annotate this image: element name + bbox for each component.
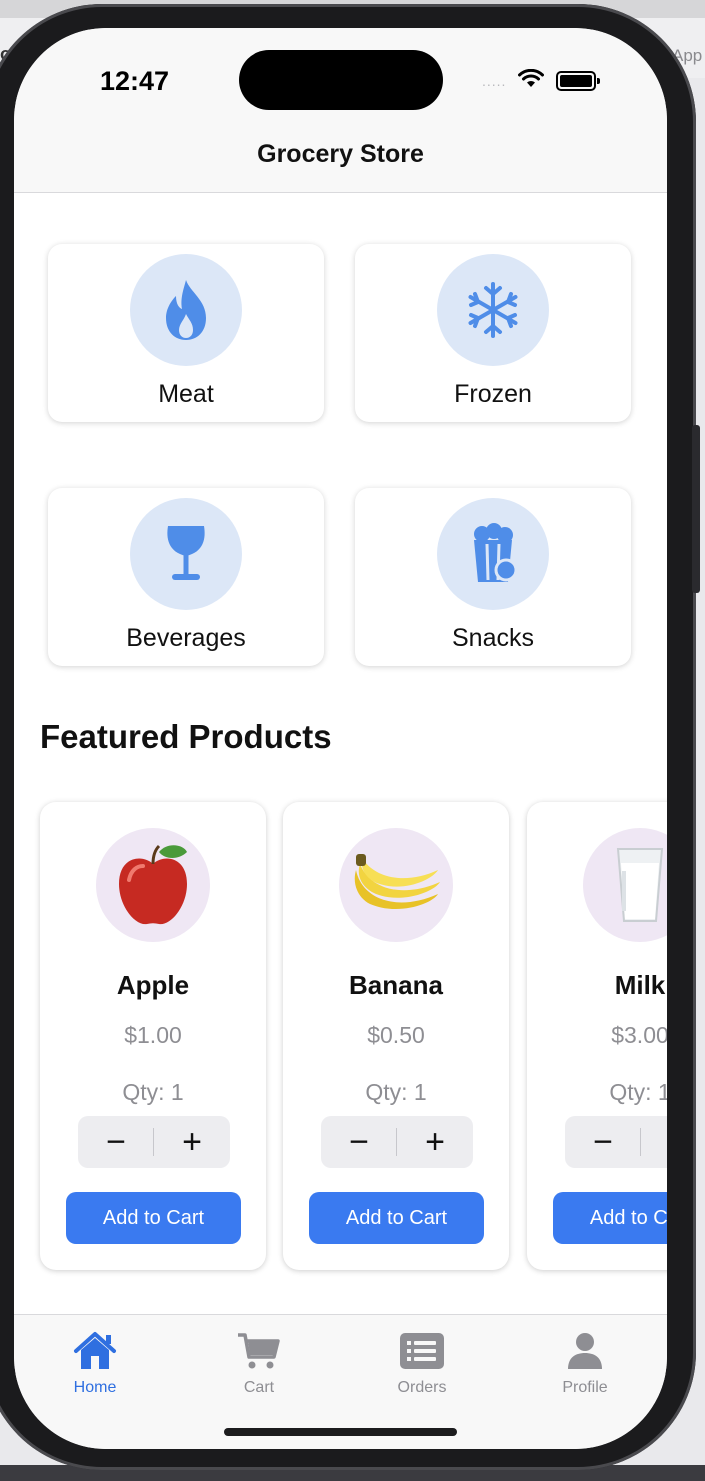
product-price: $0.50 [367,1022,425,1048]
product-quantity: Qty: 1 [609,1079,667,1105]
flame-icon [130,254,242,366]
increment-button[interactable]: + [154,1116,230,1168]
wifi-icon [518,68,545,94]
category-label: Frozen [454,380,532,408]
signal-icon: ..... [482,73,507,89]
tab-label: Cart [243,1379,275,1396]
tab-label: Orders [397,1379,447,1396]
tab-cart[interactable]: Cart [194,1329,324,1397]
category-label: Snacks [452,624,534,652]
page-title: Grocery Store [257,140,424,168]
product-quantity: Qty: 1 [122,1079,184,1105]
decrement-button[interactable]: − [78,1116,154,1168]
status-time: 12:47 [100,66,170,96]
product-name: Apple [116,970,190,1000]
category-label: Beverages [126,624,246,652]
category-card-snacks[interactable]: Snacks [355,488,631,666]
tab-home[interactable]: Home [30,1329,160,1397]
banana-image [339,828,453,942]
popcorn-icon [437,498,549,610]
category-card-frozen[interactable]: Frozen [355,244,631,422]
app-screen: Grocery Store 12:47 ..... Meat Frozen Be… [14,28,667,1449]
category-card-beverages[interactable]: Beverages [48,488,324,666]
wineglass-icon [130,498,242,610]
product-card-milk[interactable]: Milk $3.00 Qty: 1 − + Add to Cart [527,802,667,1270]
product-price: $1.00 [124,1022,182,1048]
product-name: Banana [349,970,443,1000]
apple-image [96,828,210,942]
milk-image [583,828,667,942]
product-name: Milk [614,970,666,1000]
quantity-stepper: − + [78,1116,230,1168]
list-icon [357,1329,487,1373]
product-card-apple[interactable]: Apple $1.00 Qty: 1 − + Add to Cart [40,802,266,1270]
product-price: $3.00 [611,1022,667,1048]
house-icon [30,1329,160,1373]
status-icons: ..... [482,68,601,94]
featured-products-heading: Featured Products [40,718,332,755]
decrement-button[interactable]: − [321,1116,397,1168]
product-quantity: Qty: 1 [365,1079,427,1105]
phone-side-button [692,425,700,593]
decrement-button[interactable]: − [565,1116,641,1168]
tab-orders[interactable]: Orders [357,1329,487,1397]
product-card-banana[interactable]: Banana $0.50 Qty: 1 − + Add to Cart [283,802,509,1270]
increment-button[interactable]: + [641,1116,667,1168]
category-label: Meat [158,380,214,408]
home-indicator [224,1428,457,1436]
snowflake-icon [437,254,549,366]
person-icon [520,1329,650,1373]
increment-button[interactable]: + [397,1116,473,1168]
battery-icon [556,71,601,91]
tab-profile[interactable]: Profile [520,1329,650,1397]
add-to-cart-button[interactable]: Add to Cart [553,1192,667,1244]
quantity-stepper: − + [321,1116,473,1168]
tab-label: Home [73,1379,117,1396]
dynamic-island [239,50,443,110]
tab-label: Profile [562,1379,608,1396]
quantity-stepper: − + [565,1116,667,1168]
add-to-cart-button[interactable]: Add to Cart [66,1192,241,1244]
category-card-meat[interactable]: Meat [48,244,324,422]
cart-icon [194,1329,324,1373]
add-to-cart-button[interactable]: Add to Cart [309,1192,484,1244]
